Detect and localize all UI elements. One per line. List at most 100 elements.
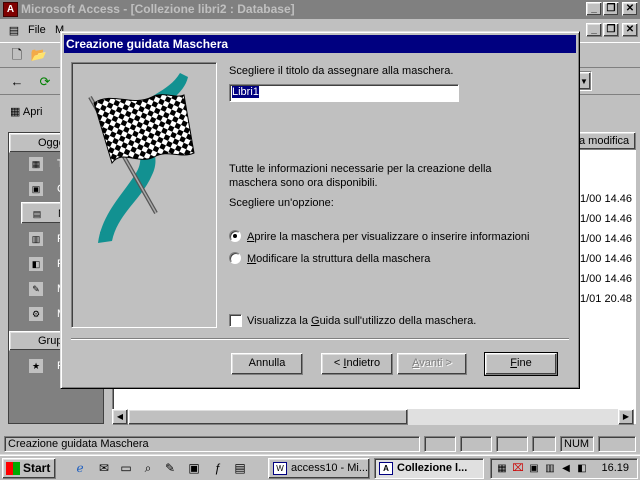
access-title-bar[interactable]: A Microsoft Access - [Collezione libri2 … (0, 0, 640, 19)
system-tray: ▦ ⌧ ▣ ▥ ◀ ◧ 16.19 (490, 458, 638, 479)
task-word-document[interactable]: W access10 - Mi... (268, 458, 370, 479)
status-panel (460, 436, 492, 452)
task-label: Collezione l... (397, 462, 468, 474)
modify-form-option-label[interactable]: Modificare la struttura della maschera (247, 252, 430, 266)
tray-language-icon[interactable]: ◧ (575, 462, 589, 476)
form-wizard-dialog: Creazione guidata Maschera Scegliere il … (60, 31, 580, 389)
choose-option-label: Scegliere un'opzione: (229, 197, 334, 209)
cancel-button[interactable]: Annulla (231, 353, 303, 375)
minimize-button[interactable]: _ (586, 2, 602, 16)
open-form-label-post: prire la maschera per visualizzare o ins… (254, 231, 530, 243)
tray-scheduler-icon[interactable]: ▥ (543, 462, 557, 476)
tray-network-icon[interactable]: ⌧ (511, 462, 525, 476)
scroll-right-icon[interactable]: ▶ (618, 409, 634, 425)
status-panel (598, 436, 636, 452)
menu-file[interactable]: File (28, 24, 46, 36)
start-button[interactable]: Start (2, 458, 56, 479)
help-checkbox[interactable] (229, 314, 242, 327)
new-icon[interactable]: 🗋 (8, 46, 26, 64)
list-item-date: 1/00 14.46 (580, 273, 632, 285)
status-bar: Creazione guidata Maschera NUM (0, 434, 640, 454)
open-object-button[interactable]: ▦ Apri (10, 105, 42, 118)
word-doc-icon: W (273, 462, 287, 475)
status-panel (424, 436, 456, 452)
pin-icon[interactable]: ƒ (210, 460, 226, 476)
tray-app-icon[interactable]: ▦ (495, 462, 509, 476)
report-icon: ▥ (29, 232, 43, 246)
horizontal-scrollbar[interactable]: ◀ ▶ (112, 409, 634, 425)
status-num: NUM (560, 436, 594, 452)
info-text-line2: maschera sono ora disponibili. (229, 177, 378, 189)
favorites-icon: ★ (29, 359, 43, 373)
back-arrow-icon[interactable]: ← (8, 73, 26, 91)
db-doc-icon[interactable]: ▤ (6, 22, 22, 38)
doc-restore-button[interactable]: ❐ (603, 23, 619, 37)
scroll-left-icon[interactable]: ◀ (112, 409, 128, 425)
search-icon[interactable]: ⌕ (140, 460, 156, 476)
list-item-date: 1/00 14.46 (580, 253, 632, 265)
back-label-pre: < (333, 357, 344, 369)
scroll-thumb[interactable] (128, 409, 408, 425)
taskbar: Start ℯ ✉ ▭ ⌕ ✎ ▣ ƒ ▤ W access10 - Mi...… (0, 454, 640, 480)
windows-logo-icon (6, 462, 20, 475)
modify-form-radio[interactable] (229, 252, 241, 264)
access-title-text: Microsoft Access - [Collezione libri2 : … (21, 2, 295, 16)
access-icon: A (379, 462, 393, 475)
status-panel (496, 436, 528, 452)
list-item-date: 1/00 14.46 (580, 213, 632, 225)
doc-minimize-button[interactable]: _ (586, 23, 602, 37)
monitor-icon[interactable]: ▤ (232, 460, 248, 476)
status-message: Creazione guidata Maschera (4, 436, 420, 452)
clock[interactable]: 16.19 (601, 462, 629, 474)
tray-volume-icon[interactable]: ◀ (559, 462, 573, 476)
form-icon: ▤ (30, 207, 44, 221)
open-folder-icon[interactable]: 📂 (30, 46, 48, 64)
help-label-pre: Visualizza la (247, 315, 311, 327)
desktop-icon[interactable]: ▭ (118, 460, 134, 476)
modify-form-accel: M (247, 253, 257, 265)
tray-modem-icon[interactable]: ▣ (527, 462, 541, 476)
task-access-database[interactable]: A Collezione l... (374, 458, 484, 479)
query-icon: ▣ (29, 182, 43, 196)
refresh-icon[interactable]: ⟳ (36, 73, 54, 91)
checkered-flag-icon (88, 73, 195, 243)
internet-explorer-icon[interactable]: ℯ (72, 460, 88, 476)
list-item-date: 1/01 20.48 (580, 293, 632, 305)
access-key-icon[interactable]: A (3, 2, 18, 17)
doc-close-button[interactable]: ✕ (622, 23, 638, 37)
list-item-date: 1/00 14.46 (580, 193, 632, 205)
start-label: Start (23, 461, 51, 475)
next-button[interactable]: Avanti > (397, 353, 467, 375)
finish-button[interactable]: Fine (484, 352, 558, 376)
title-prompt: Scegliere il titolo da assegnare alla ma… (229, 65, 454, 77)
next-label-post: vanti > (419, 357, 452, 369)
task-label: access10 - Mi... (291, 462, 369, 474)
quick-launch-icon[interactable]: ▣ (186, 460, 202, 476)
finish-accel: F (510, 357, 518, 369)
close-button[interactable]: ✕ (622, 2, 638, 16)
list-item-date: 1/00 14.46 (580, 233, 632, 245)
macro-icon: ✎ (29, 282, 43, 296)
modify-form-label-post: odificare la struttura della maschera (256, 253, 431, 265)
form-title-input[interactable]: Libri1 (229, 84, 459, 102)
outlook-express-icon[interactable]: ✉ (96, 460, 112, 476)
wizard-title-bar[interactable]: Creazione guidata Maschera (64, 35, 576, 53)
back-button[interactable]: < Indietro (321, 353, 393, 375)
button-divider (71, 338, 569, 340)
info-text-line1: Tutte le informazioni necessarie per la … (229, 163, 492, 175)
back-label-post: ndietro (346, 357, 381, 369)
open-form-icon: ▦ (10, 106, 21, 118)
finish-label-post: ine (517, 357, 532, 369)
help-checkbox-label[interactable]: Visualizza la Guida sull'utilizzo della … (247, 314, 476, 328)
help-accel: G (311, 315, 320, 327)
open-form-option-label[interactable]: Aprire la maschera per visualizzare o in… (247, 230, 529, 244)
restore-button[interactable]: ❐ (603, 2, 619, 16)
help-label-post: uida sull'utilizzo della maschera. (319, 315, 477, 327)
notepad-icon[interactable]: ✎ (162, 460, 178, 476)
table-icon: ▦ (29, 157, 43, 171)
page-icon: ◧ (29, 257, 43, 271)
module-icon: ⚙ (29, 307, 43, 321)
open-form-radio[interactable] (229, 230, 241, 242)
form-title-value: Libri1 (232, 86, 259, 98)
open-label: Apri (22, 106, 43, 118)
